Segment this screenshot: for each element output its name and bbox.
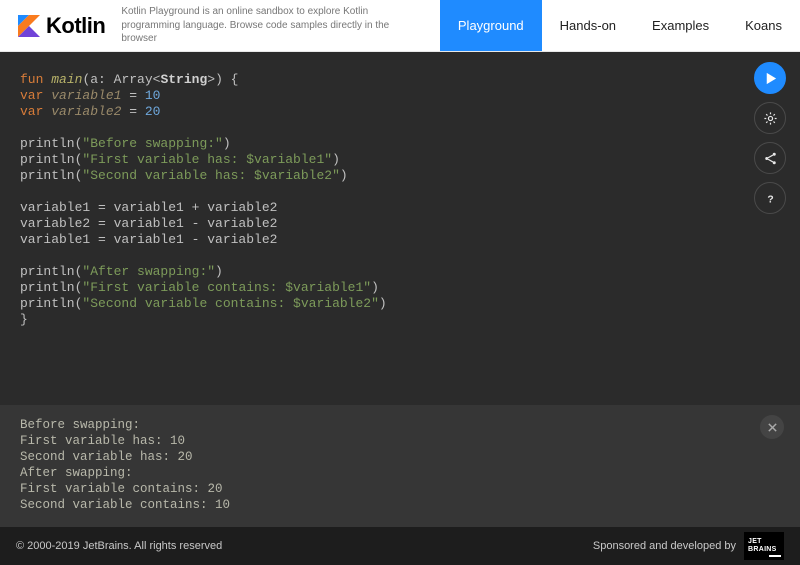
nav-item-examples[interactable]: Examples [634,0,727,51]
jetbrains-logo[interactable]: JET BRAINS [744,532,784,560]
nav-item-playground[interactable]: Playground [440,0,542,51]
nav: PlaygroundHands-onExamplesKoans [440,0,800,51]
tagline: Kotlin Playground is an online sandbox t… [121,5,421,46]
close-icon [767,422,778,433]
action-buttons: ? [754,62,786,214]
code-editor[interactable]: fun main(a: Array<String>) { var variabl… [0,52,800,405]
kotlin-logo-icon [18,15,40,37]
nav-item-koans[interactable]: Koans [727,0,800,51]
code-content: fun main(a: Array<String>) { var variabl… [20,72,800,328]
run-button[interactable] [754,62,786,94]
help-icon: ? [763,191,778,206]
header: Kotlin Kotlin Playground is an online sa… [0,0,800,52]
nav-item-hands-on[interactable]: Hands-on [542,0,634,51]
share-button[interactable] [754,142,786,174]
help-button[interactable]: ? [754,182,786,214]
close-console-button[interactable] [760,415,784,439]
console-output: Before swapping: First variable has: 10 … [20,417,780,513]
share-icon [763,151,778,166]
sponsored-text: Sponsored and developed by [593,540,736,552]
play-icon [763,71,778,86]
jb-underline [769,555,781,557]
footer: © 2000-2019 JetBrains. All rights reserv… [0,527,800,565]
brand-name: Kotlin [46,13,105,39]
settings-button[interactable] [754,102,786,134]
svg-text:?: ? [767,194,773,205]
jb-line2: BRAINS [748,546,780,554]
gear-icon [763,111,778,126]
logo[interactable]: Kotlin [18,13,105,39]
jb-line1: JET [748,538,780,546]
output-console: Before swapping: First variable has: 10 … [0,405,800,527]
copyright: © 2000-2019 JetBrains. All rights reserv… [16,540,222,552]
